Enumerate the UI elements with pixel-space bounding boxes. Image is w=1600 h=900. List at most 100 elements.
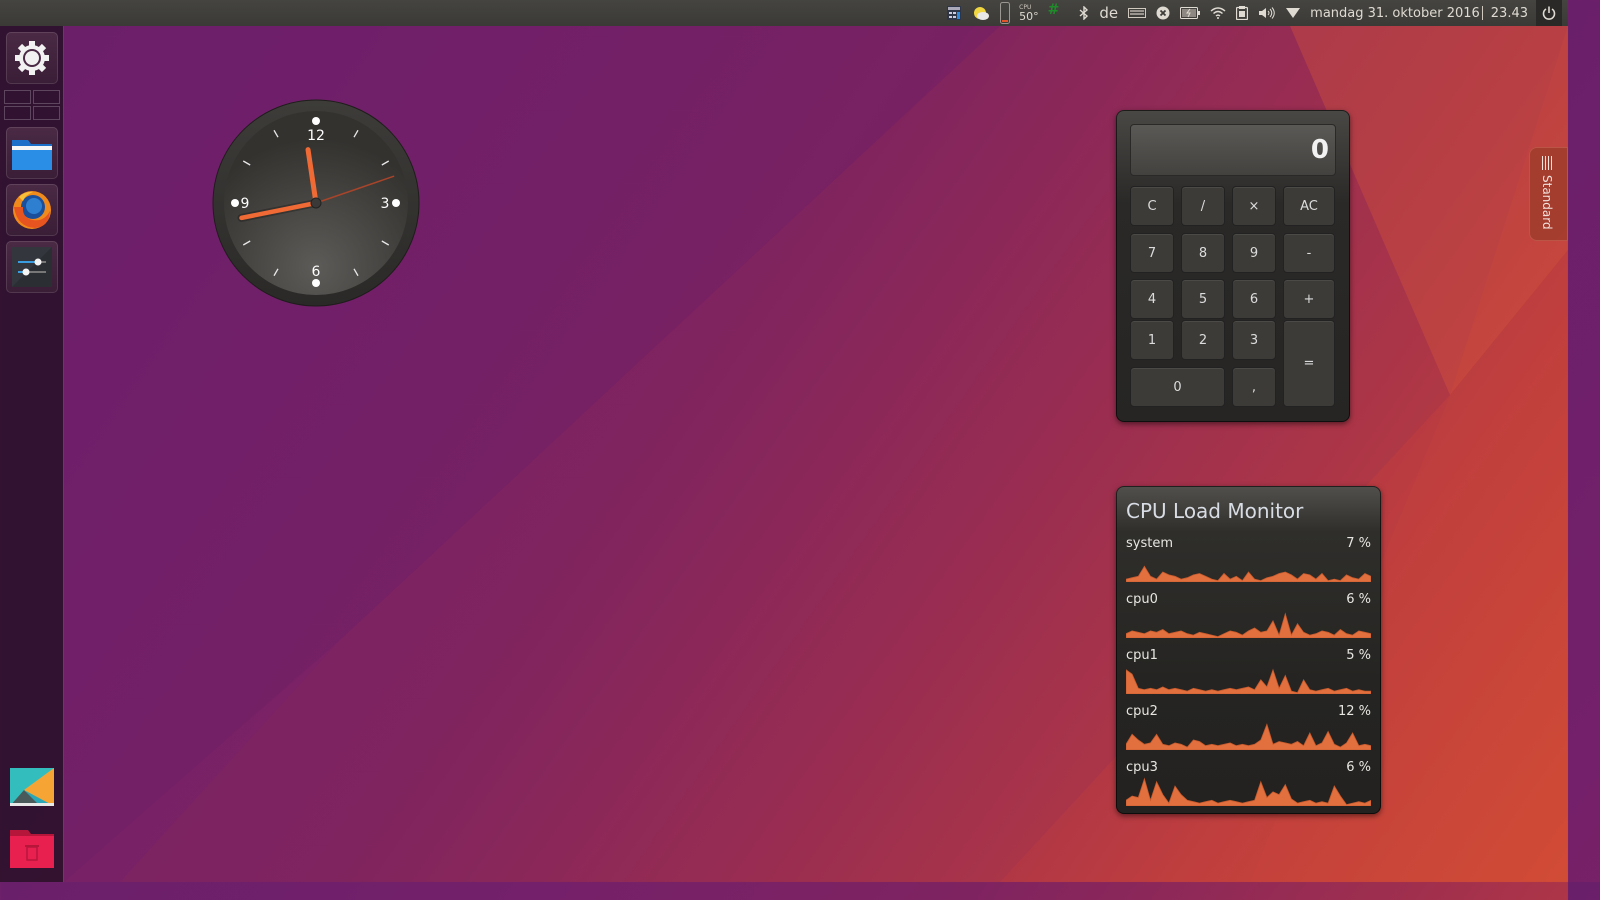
clock-numeral-3: 3 (381, 196, 390, 212)
calc-button[interactable]: 0 (1130, 367, 1225, 407)
network-indicator[interactable] (1205, 0, 1231, 26)
clock-pivot (310, 197, 322, 209)
clock-hour-dot (312, 117, 320, 125)
cpu-row-name: cpu1 (1126, 648, 1158, 663)
cpu-row-cpu1: cpu1 5 % (1126, 648, 1371, 704)
date-label: mandag 31. oktober 2016 (1310, 5, 1480, 21)
sliders-icon (12, 247, 52, 287)
cpu-row-value: 6 % (1346, 592, 1371, 607)
clipboard-indicator[interactable] (1231, 0, 1253, 26)
calc-button[interactable]: 2 (1181, 320, 1225, 360)
calc-button[interactable]: 3 (1232, 320, 1276, 360)
cpu-row-name: system (1126, 536, 1173, 551)
bluetooth-indicator[interactable] (1074, 0, 1094, 26)
launcher-system-settings[interactable] (6, 32, 58, 84)
clock-hour-dot (392, 199, 400, 207)
workspace-2[interactable] (33, 90, 60, 104)
power-battery-indicator[interactable] (1175, 0, 1205, 26)
weather-indicator[interactable] (967, 0, 995, 26)
volume-icon (1259, 7, 1275, 19)
close-circle-indicator[interactable] (1151, 0, 1175, 26)
cpu-monitor-title: CPU Load Monitor (1126, 499, 1304, 523)
cpu-load-monitor-widget: CPU Load Monitor system 7 % cpu0 6 % cpu1 5 %… (1116, 486, 1381, 814)
battery-level-indicator-icon (1000, 2, 1011, 24)
close-circle-icon (1156, 6, 1170, 20)
time-label: 23.43 (1490, 5, 1528, 21)
launcher-firefox[interactable] (6, 184, 58, 236)
cpu-row-system: system 7 % (1126, 536, 1371, 592)
calc-button[interactable]: = (1283, 320, 1335, 407)
keyboard-layout-indicator[interactable]: de (1094, 0, 1123, 26)
calc-button[interactable]: 8 (1181, 233, 1225, 273)
power-icon (1542, 6, 1556, 20)
cpu-row-value: 6 % (1346, 760, 1371, 775)
workspace-3[interactable] (4, 106, 31, 120)
gear-icon (15, 41, 49, 75)
cpu-row-value: 5 % (1346, 648, 1371, 663)
cpu-row-name: cpu2 (1126, 704, 1158, 719)
battery-level-indicator[interactable] (995, 0, 1015, 26)
datetime-indicator[interactable]: mandag 31. oktober 2016 23.43 (1305, 0, 1528, 26)
launcher (0, 26, 64, 882)
cpu-row-value: 7 % (1346, 536, 1371, 551)
standard-side-tab[interactable]: Standard (1529, 147, 1568, 241)
cpu-load-graph (1126, 723, 1371, 750)
calc-button[interactable]: 6 (1232, 279, 1276, 319)
cpu-load-area (1126, 612, 1371, 638)
image-icon (10, 768, 54, 806)
workspace-4[interactable] (33, 106, 60, 120)
cpu-temp-indicator[interactable]: CPU 50° (1015, 0, 1043, 26)
calculator-widget: 0 C / × AC 7 8 9- 4 5 6 +1 2 3 = 0, (1116, 110, 1350, 422)
session-indicator[interactable] (1536, 0, 1562, 26)
calculator-indicator-icon (947, 6, 962, 20)
calc-button[interactable]: AC (1283, 186, 1335, 226)
launcher-trash[interactable] (10, 826, 54, 870)
calc-button[interactable]: + (1283, 279, 1335, 319)
calc-button[interactable]: 1 (1130, 320, 1174, 360)
calc-button[interactable]: 5 (1181, 279, 1225, 319)
keyboard-layout-label: de (1099, 4, 1119, 22)
calc-button[interactable]: C (1130, 186, 1174, 226)
cpu-load-graph (1126, 565, 1371, 582)
bluetooth-icon (1079, 6, 1089, 20)
cpu-temp-value: 50° (1019, 9, 1039, 23)
wifi-icon (1210, 7, 1226, 19)
analog-clock-widget[interactable]: 12 3 6 9 (212, 99, 420, 307)
calc-button[interactable]: / (1181, 186, 1225, 226)
messaging-indicator[interactable] (1281, 0, 1305, 26)
cpu-load-graph (1126, 668, 1371, 694)
cpu-row-cpu0: cpu0 6 % (1126, 592, 1371, 648)
cpu-load-area (1126, 668, 1371, 694)
clock-numeral-6: 6 (312, 264, 321, 280)
calc-button[interactable]: - (1283, 233, 1335, 273)
cpu-load-area (1126, 723, 1371, 750)
calculator-display: 0 (1130, 124, 1336, 176)
calc-button[interactable]: , (1232, 367, 1276, 407)
cpu-load-area (1126, 565, 1371, 582)
cpu-load-graph (1126, 612, 1371, 638)
calculator-indicator[interactable] (941, 0, 967, 26)
hash-indicator-icon: # (1047, 2, 1060, 18)
launcher-image-viewer[interactable] (10, 766, 54, 810)
triangle-down-icon (1286, 8, 1301, 18)
launcher-workspace-switcher[interactable] (4, 90, 60, 120)
clock-hour-dot (231, 199, 239, 207)
calc-button[interactable]: × (1232, 186, 1276, 226)
launcher-files[interactable] (6, 127, 58, 179)
trash-icon (10, 830, 54, 868)
firefox-icon (13, 191, 51, 229)
hash-indicator[interactable]: # (1043, 0, 1065, 26)
clock-numeral-12: 12 (307, 128, 325, 144)
date-time-separator (1481, 6, 1483, 20)
cpu-row-cpu3: cpu3 6 % (1126, 760, 1371, 816)
workspace-1[interactable] (4, 90, 31, 104)
cpu-load-area (1126, 777, 1371, 806)
keyboard-indicator[interactable] (1123, 0, 1151, 26)
calc-button[interactable]: 7 (1130, 233, 1174, 273)
launcher-settings-sliders[interactable] (6, 241, 58, 293)
calc-button[interactable]: 4 (1130, 279, 1174, 319)
sound-indicator[interactable] (1253, 0, 1281, 26)
cpu-row-value: 12 % (1337, 704, 1371, 719)
battery-charging-icon (1180, 7, 1201, 19)
calc-button[interactable]: 9 (1232, 233, 1276, 273)
